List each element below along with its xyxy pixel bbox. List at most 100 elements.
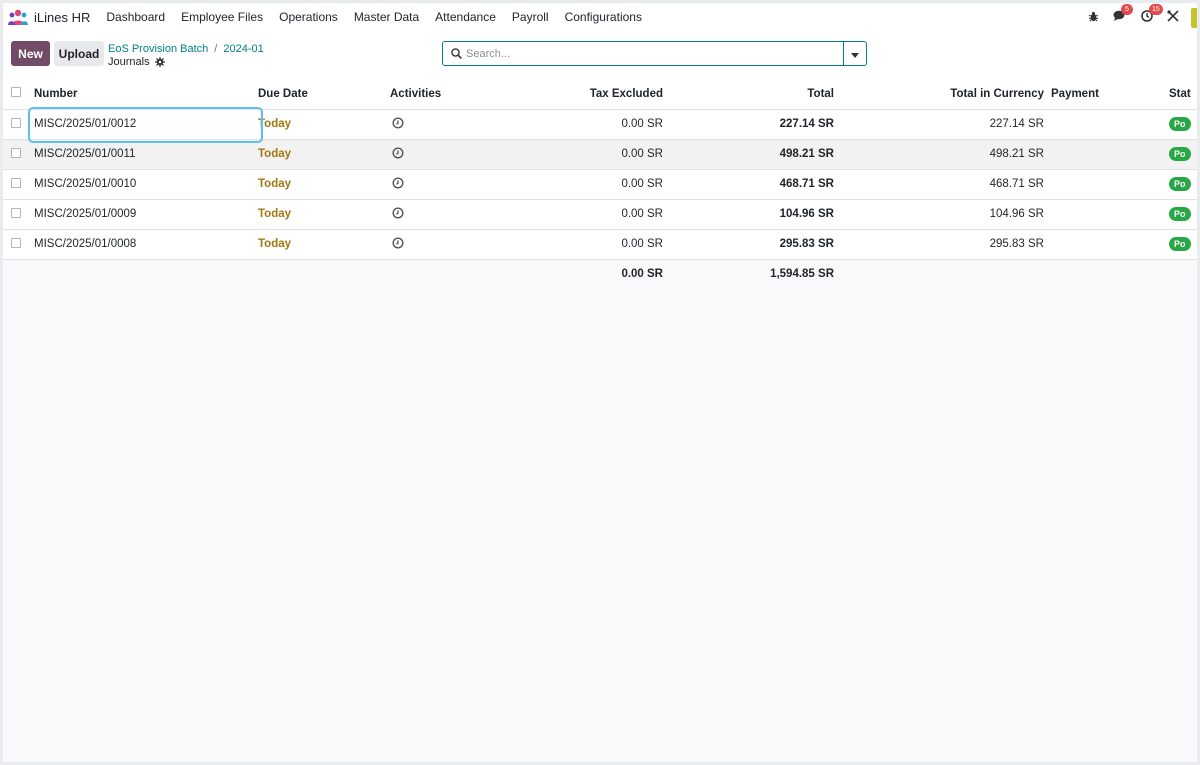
cell-total-in-currency: 104.96 SR (989, 208, 1044, 220)
menu-item-employee-files[interactable]: Employee Files (173, 10, 271, 24)
column-header-total-in-currency[interactable]: Total in Currency (834, 79, 1044, 109)
cell-number[interactable]: MISC/2025/01/0010 (31, 169, 258, 199)
table-row[interactable]: MISC/2025/01/0010 Today 0.00 SR 468.71 S… (3, 169, 1197, 199)
column-header-status[interactable]: Stat (1169, 79, 1197, 109)
select-all-checkbox[interactable] (11, 87, 21, 98)
cell-total: 468.71 SR (779, 178, 834, 190)
cell-tax-excluded: 0.00 SR (621, 238, 663, 250)
cell-number[interactable]: MISC/2025/01/0009 (31, 199, 258, 229)
status-badge: Po (1169, 147, 1191, 161)
cell-total: 498.21 SR (779, 148, 834, 160)
row-checkbox[interactable] (11, 117, 21, 128)
search-icon (451, 48, 462, 59)
cell-total: 104.96 SR (779, 208, 834, 220)
cell-due-date: Today (258, 148, 292, 160)
new-button[interactable]: New (11, 41, 50, 66)
column-header-tax-excluded[interactable]: Tax Excluded (520, 79, 663, 109)
gear-icon[interactable] (154, 57, 165, 67)
cell-tax-excluded: 0.00 SR (621, 118, 663, 130)
breadcrumb-separator: / (214, 43, 218, 55)
column-header-total[interactable]: Total (663, 79, 834, 109)
footer-total-sum: 1,594.85 SR (663, 259, 834, 289)
upload-button[interactable]: Upload (54, 41, 104, 66)
breadcrumb-batch-2024-01[interactable]: 2024-01 (223, 43, 263, 55)
breadcrumb-eos-provision-batch[interactable]: EoS Provision Batch (108, 43, 208, 55)
app-window: iLines HR Dashboard Employee Files Opera… (3, 3, 1197, 762)
search-input[interactable] (466, 43, 843, 64)
debug-menu[interactable] (1088, 11, 1099, 25)
table-header-row: Number Due Date Activities Tax Excluded … (3, 79, 1197, 109)
column-header-activities[interactable]: Activities (390, 79, 520, 109)
cell-due-date: Today (258, 208, 292, 220)
journal-table: Number Due Date Activities Tax Excluded … (3, 79, 1197, 289)
menu-item-attendance[interactable]: Attendance (427, 10, 504, 24)
app-brand[interactable]: iLines HR (8, 9, 90, 25)
messages-badge: 5 (1121, 4, 1133, 15)
menu-item-operations[interactable]: Operations (271, 10, 346, 24)
cell-total-in-currency: 295.83 SR (989, 238, 1044, 250)
cell-total-in-currency: 498.21 SR (989, 148, 1044, 160)
status-badge: Po (1169, 207, 1191, 221)
footer-tax-excluded-sum: 0.00 SR (520, 259, 663, 289)
caret-down-icon (851, 47, 859, 61)
row-checkbox[interactable] (11, 237, 21, 248)
cell-number[interactable]: MISC/2025/01/0012 (31, 109, 258, 139)
search-options-toggle[interactable] (843, 42, 866, 65)
top-navbar: iLines HR Dashboard Employee Files Opera… (3, 3, 1197, 32)
column-header-number[interactable]: Number (31, 79, 258, 109)
activity-clock-icon[interactable] (392, 206, 404, 219)
table-row[interactable]: MISC/2025/01/0012 Today 0.00 SR 227.14 S… (3, 109, 1197, 139)
cell-payment (1044, 109, 1169, 139)
tools-icon (1167, 10, 1179, 25)
user-avatar[interactable] (1191, 7, 1197, 28)
row-checkbox[interactable] (11, 177, 21, 188)
table-row[interactable]: MISC/2025/01/0011 Today 0.00 SR 498.21 S… (3, 139, 1197, 169)
cell-number[interactable]: MISC/2025/01/0011 (31, 139, 258, 169)
cell-number[interactable]: MISC/2025/01/0008 (31, 229, 258, 259)
control-panel: New Upload EoS Provision Batch / 2024-01… (3, 32, 1197, 79)
activities-badge: 15 (1149, 4, 1163, 15)
app-logo-icon (8, 9, 28, 25)
main-menu: Dashboard Employee Files Operations Mast… (98, 10, 650, 24)
cell-total: 227.14 SR (779, 118, 834, 130)
breadcrumb: EoS Provision Batch / 2024-01 (108, 43, 264, 55)
cell-due-date: Today (258, 238, 292, 250)
messages-menu[interactable]: 5 (1113, 4, 1133, 25)
activity-clock-icon[interactable] (392, 116, 404, 129)
table-row[interactable]: MISC/2025/01/0009 Today 0.00 SR 104.96 S… (3, 199, 1197, 229)
page-title-wrap: Journals (108, 56, 165, 68)
app-name: iLines HR (34, 9, 91, 25)
row-checkbox[interactable] (11, 147, 21, 158)
bug-icon (1088, 11, 1099, 25)
cell-total: 295.83 SR (779, 238, 834, 250)
activity-clock-icon[interactable] (392, 176, 404, 189)
journal-list: Number Due Date Activities Tax Excluded … (3, 79, 1197, 762)
menu-item-dashboard[interactable]: Dashboard (98, 10, 173, 24)
menu-item-configurations[interactable]: Configurations (557, 10, 650, 24)
activity-clock-icon[interactable] (392, 146, 404, 159)
row-checkbox[interactable] (11, 207, 21, 218)
activities-menu[interactable]: 15 (1141, 4, 1163, 25)
cell-payment (1044, 169, 1169, 199)
menu-item-master-data[interactable]: Master Data (346, 10, 427, 24)
cell-due-date: Today (258, 178, 292, 190)
menu-item-payroll[interactable]: Payroll (504, 10, 557, 24)
column-header-payment[interactable]: Payment (1044, 79, 1169, 109)
tools-menu[interactable] (1167, 10, 1179, 25)
activity-clock-icon[interactable] (392, 236, 404, 249)
cell-tax-excluded: 0.00 SR (621, 208, 663, 220)
status-badge: Po (1169, 237, 1191, 251)
search-bar (442, 41, 867, 66)
cell-total-in-currency: 468.71 SR (989, 178, 1044, 190)
cell-total-in-currency: 227.14 SR (989, 118, 1044, 130)
cell-payment (1044, 139, 1169, 169)
status-badge: Po (1169, 117, 1191, 131)
column-header-due-date[interactable]: Due Date (258, 79, 390, 109)
page-title: Journals (108, 56, 150, 68)
cell-tax-excluded: 0.00 SR (621, 178, 663, 190)
cell-payment (1044, 229, 1169, 259)
table-row[interactable]: MISC/2025/01/0008 Today 0.00 SR 295.83 S… (3, 229, 1197, 259)
cell-payment (1044, 199, 1169, 229)
cell-due-date: Today (258, 118, 292, 130)
cell-tax-excluded: 0.00 SR (621, 148, 663, 160)
